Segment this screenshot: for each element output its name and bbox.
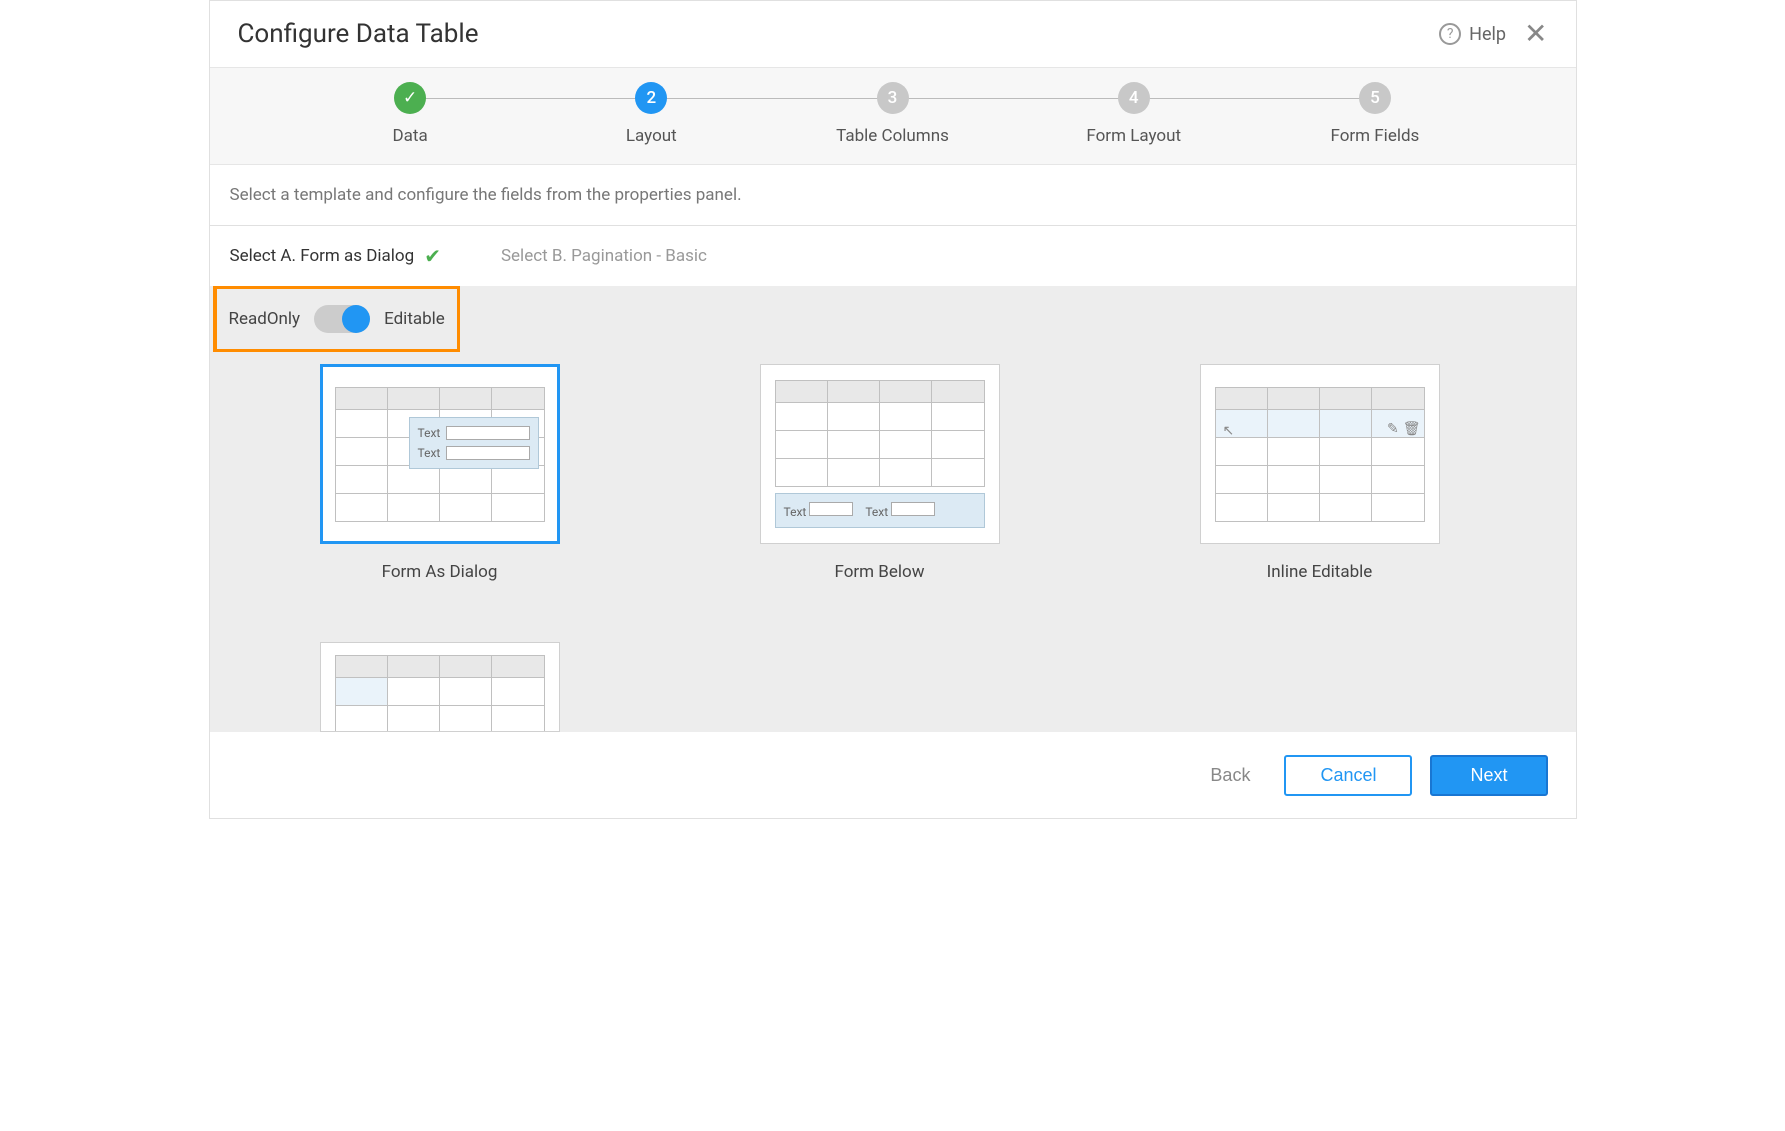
- template-form-below[interactable]: Text Text Form Below: [760, 364, 1000, 582]
- toggle-knob: [342, 305, 370, 333]
- selection-b[interactable]: Select B. Pagination - Basic: [501, 246, 707, 266]
- selection-a[interactable]: Select A. Form as Dialog ✔: [230, 244, 441, 268]
- editable-toggle[interactable]: [314, 305, 370, 333]
- step-form-layout[interactable]: 4 Form Layout: [1013, 82, 1254, 146]
- preview-mini-table: [775, 380, 985, 487]
- close-button[interactable]: ✕: [1524, 20, 1547, 48]
- check-icon: ✔: [424, 244, 441, 268]
- template-label: Form Below: [834, 562, 924, 582]
- cancel-button[interactable]: Cancel: [1284, 755, 1412, 796]
- step-label: Data: [392, 126, 427, 146]
- step-connector: [651, 98, 892, 99]
- template-preview: [320, 642, 560, 732]
- step-label: Form Fields: [1330, 126, 1419, 146]
- step-circle-pending: 4: [1118, 82, 1150, 114]
- selection-summary: Select A. Form as Dialog ✔ Select B. Pag…: [210, 226, 1576, 286]
- wizard-stepper: ✓ Data 2 Layout 3 Table Columns 4 Form L…: [210, 67, 1576, 165]
- preview-field-label: Text: [865, 505, 888, 519]
- template-label: Form As Dialog: [382, 562, 498, 582]
- help-label: Help: [1469, 24, 1506, 45]
- step-connector: [1134, 98, 1375, 99]
- step-circle-completed: ✓: [394, 82, 426, 114]
- readonly-editable-toggle-group: ReadOnly Editable: [213, 286, 460, 352]
- back-button[interactable]: Back: [1194, 757, 1266, 794]
- preview-field-label: Text: [418, 426, 441, 440]
- step-label: Layout: [626, 126, 677, 146]
- step-circle-pending: 5: [1359, 82, 1391, 114]
- template-form-as-dialog[interactable]: Text Text Form As Dialog: [320, 364, 560, 582]
- selection-a-label: Select A. Form as Dialog: [230, 246, 415, 266]
- step-circle-pending: 3: [877, 82, 909, 114]
- template-label: Inline Editable: [1267, 562, 1373, 582]
- step-form-fields[interactable]: 5 Form Fields: [1254, 82, 1495, 146]
- template-inline-editable[interactable]: ↖ ✎ 🗑 Inline Editable: [1200, 364, 1440, 582]
- cursor-icon: ↖: [1223, 423, 1235, 439]
- check-icon: ✓: [403, 88, 417, 108]
- template-additional[interactable]: [320, 642, 560, 732]
- preview-inline-action-icons: ✎ 🗑: [1387, 421, 1421, 437]
- preview-mini-table: [335, 655, 545, 732]
- template-card-grid-row2: [210, 622, 1576, 732]
- step-table-columns[interactable]: 3 Table Columns: [772, 82, 1013, 146]
- preview-dialog-overlay: Text Text: [409, 417, 539, 469]
- layout-options-area: ReadOnly Editable: [210, 286, 1576, 732]
- preview-mini-table: [1215, 387, 1425, 522]
- help-icon: ?: [1439, 23, 1461, 45]
- preview-field-label: Text: [418, 446, 441, 460]
- preview-field-label: Text: [784, 505, 807, 519]
- step-data[interactable]: ✓ Data: [290, 82, 531, 146]
- step-connector: [410, 98, 651, 99]
- instruction-text: Select a template and configure the fiel…: [210, 165, 1576, 226]
- close-icon: ✕: [1524, 18, 1547, 49]
- toggle-label-readonly: ReadOnly: [229, 309, 301, 329]
- help-link[interactable]: ? Help: [1439, 23, 1506, 45]
- step-circle-active: 2: [635, 82, 667, 114]
- next-button[interactable]: Next: [1430, 755, 1547, 796]
- template-preview: Text Text: [760, 364, 1000, 544]
- dialog-header: Configure Data Table ? Help ✕: [210, 1, 1576, 67]
- template-preview: Text Text: [320, 364, 560, 544]
- preview-form-below-box: Text Text: [775, 493, 985, 528]
- pencil-icon: ✎: [1387, 421, 1399, 437]
- configure-data-table-dialog: Configure Data Table ? Help ✕ ✓ Data 2 L…: [209, 0, 1577, 819]
- dialog-title: Configure Data Table: [238, 19, 479, 49]
- step-label: Table Columns: [836, 126, 949, 146]
- header-actions: ? Help ✕: [1439, 20, 1547, 48]
- step-label: Form Layout: [1086, 126, 1181, 146]
- template-card-grid: Text Text Form As Dialog: [210, 352, 1576, 622]
- step-layout[interactable]: 2 Layout: [531, 82, 772, 146]
- trash-icon: 🗑: [1403, 421, 1421, 437]
- dialog-footer: Back Cancel Next: [210, 732, 1576, 818]
- step-connector: [893, 98, 1134, 99]
- toggle-label-editable: Editable: [384, 309, 445, 329]
- template-preview: ↖ ✎ 🗑: [1200, 364, 1440, 544]
